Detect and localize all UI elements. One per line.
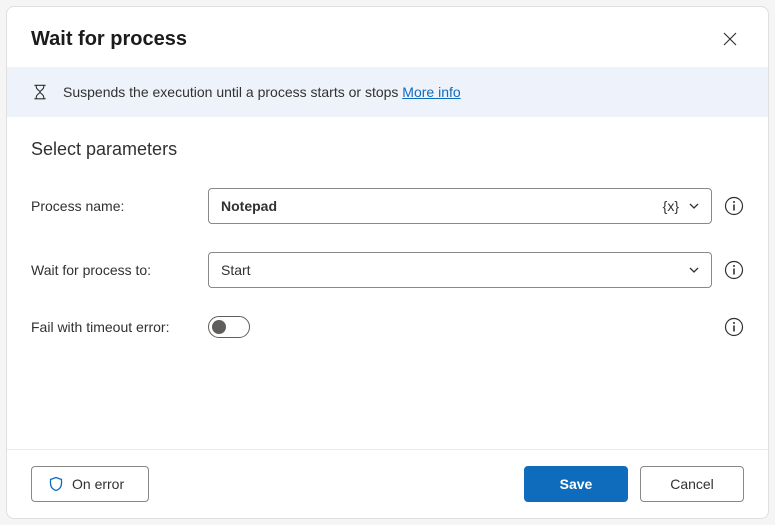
wait-for-select[interactable]: Start <box>208 252 712 288</box>
fail-timeout-label: Fail with timeout error: <box>31 319 196 335</box>
fail-timeout-row: Fail with timeout error: <box>31 316 744 338</box>
toggle-thumb <box>212 320 226 334</box>
section-title: Select parameters <box>31 139 744 160</box>
process-name-value: Notepad <box>221 198 663 214</box>
fail-timeout-toggle[interactable] <box>208 316 250 338</box>
cancel-button[interactable]: Cancel <box>640 466 744 502</box>
hourglass-icon <box>31 83 49 101</box>
dialog-header: Wait for process <box>7 7 768 67</box>
chevron-down-icon <box>687 263 701 277</box>
wait-for-label: Wait for process to: <box>31 262 196 278</box>
process-name-label: Process name: <box>31 198 196 214</box>
description-text: Suspends the execution until a process s… <box>63 84 461 100</box>
process-name-combobox[interactable]: Notepad {x} <box>208 188 712 224</box>
wait-for-row: Wait for process to: Start <box>31 252 744 288</box>
description-bar: Suspends the execution until a process s… <box>7 67 768 117</box>
save-button[interactable]: Save <box>524 466 628 502</box>
info-icon[interactable] <box>724 260 744 280</box>
chevron-down-icon <box>687 199 701 213</box>
on-error-label: On error <box>72 476 124 492</box>
info-icon[interactable] <box>724 317 744 337</box>
variable-icon[interactable]: {x} <box>663 198 679 214</box>
dialog-body: Select parameters Process name: Notepad … <box>7 117 768 449</box>
process-name-row: Process name: Notepad {x} <box>31 188 744 224</box>
shield-icon <box>48 476 64 492</box>
wait-for-process-dialog: Wait for process Suspends the execution … <box>6 6 769 519</box>
info-icon[interactable] <box>724 196 744 216</box>
dialog-title: Wait for process <box>31 28 187 51</box>
close-button[interactable] <box>716 25 744 53</box>
dialog-footer: On error Save Cancel <box>7 449 768 518</box>
wait-for-value: Start <box>221 262 687 278</box>
close-icon <box>723 32 737 46</box>
on-error-button[interactable]: On error <box>31 466 149 502</box>
more-info-link[interactable]: More info <box>402 84 460 100</box>
